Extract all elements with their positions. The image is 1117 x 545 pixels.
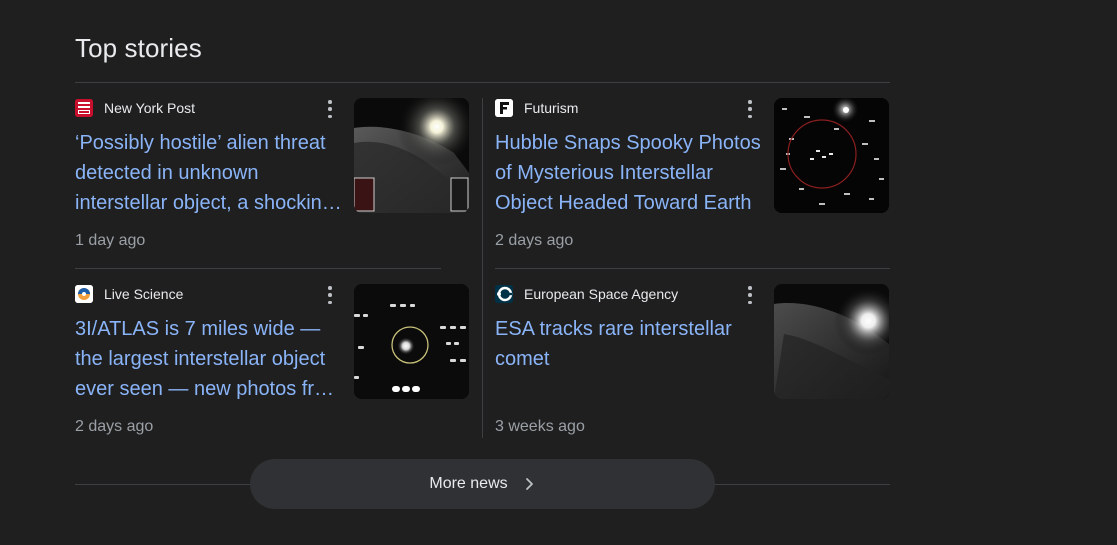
story-timestamp: 2 days ago [75, 418, 154, 435]
top-stories-section: Top stories New York Post ‘Possibly host… [75, 0, 890, 545]
story-headline[interactable]: 3I/ATLAS is 7 miles wide — the largest i… [75, 314, 345, 404]
story-source: Live Science [75, 284, 183, 304]
story-thumbnail[interactable] [354, 98, 469, 213]
story-thumbnail[interactable] [774, 284, 889, 399]
story-timestamp: 2 days ago [495, 232, 574, 249]
futurism-logo-icon [495, 99, 513, 117]
chevron-right-icon [522, 477, 536, 491]
source-name: New York Post [104, 100, 196, 116]
more-news-label: More news [429, 475, 508, 492]
story-source: New York Post [75, 98, 195, 118]
row-divider [75, 268, 441, 269]
esa-logo-icon [495, 285, 513, 303]
story-timestamp: 3 weeks ago [495, 418, 585, 435]
story-headline[interactable]: Hubble Snaps Spooky Photos of Mysterious… [495, 128, 765, 218]
story-source: European Space Agency [495, 284, 678, 304]
live-science-logo-icon [75, 285, 93, 303]
more-news-button[interactable]: More news [250, 459, 715, 509]
new-york-post-logo-icon [75, 99, 93, 117]
more-options-icon[interactable] [744, 286, 756, 304]
source-name: Futurism [524, 100, 579, 116]
story-source: Futurism [495, 98, 578, 118]
story-timestamp: 1 day ago [75, 232, 146, 249]
story-headline[interactable]: ‘Possibly hostile’ alien threat detected… [75, 128, 345, 218]
column-divider [482, 98, 483, 438]
more-options-icon[interactable] [324, 286, 336, 304]
story-card[interactable]: Futurism Hubble Snaps Spooky Photos of M… [495, 98, 890, 268]
row-divider [495, 268, 890, 269]
story-headline[interactable]: ESA tracks rare interstellar comet [495, 314, 765, 374]
section-title: Top stories [75, 33, 202, 63]
story-card[interactable]: Live Science 3I/ATLAS is 7 miles wide — … [75, 284, 470, 454]
story-card[interactable]: European Space Agency ESA tracks rare in… [495, 284, 890, 454]
source-name: Live Science [104, 286, 184, 302]
source-name: European Space Agency [524, 286, 679, 302]
story-thumbnail[interactable] [774, 98, 889, 213]
story-thumbnail[interactable] [354, 284, 469, 399]
more-options-icon[interactable] [744, 100, 756, 118]
section-divider [75, 82, 890, 83]
more-options-icon[interactable] [324, 100, 336, 118]
story-card[interactable]: New York Post ‘Possibly hostile’ alien t… [75, 98, 470, 268]
